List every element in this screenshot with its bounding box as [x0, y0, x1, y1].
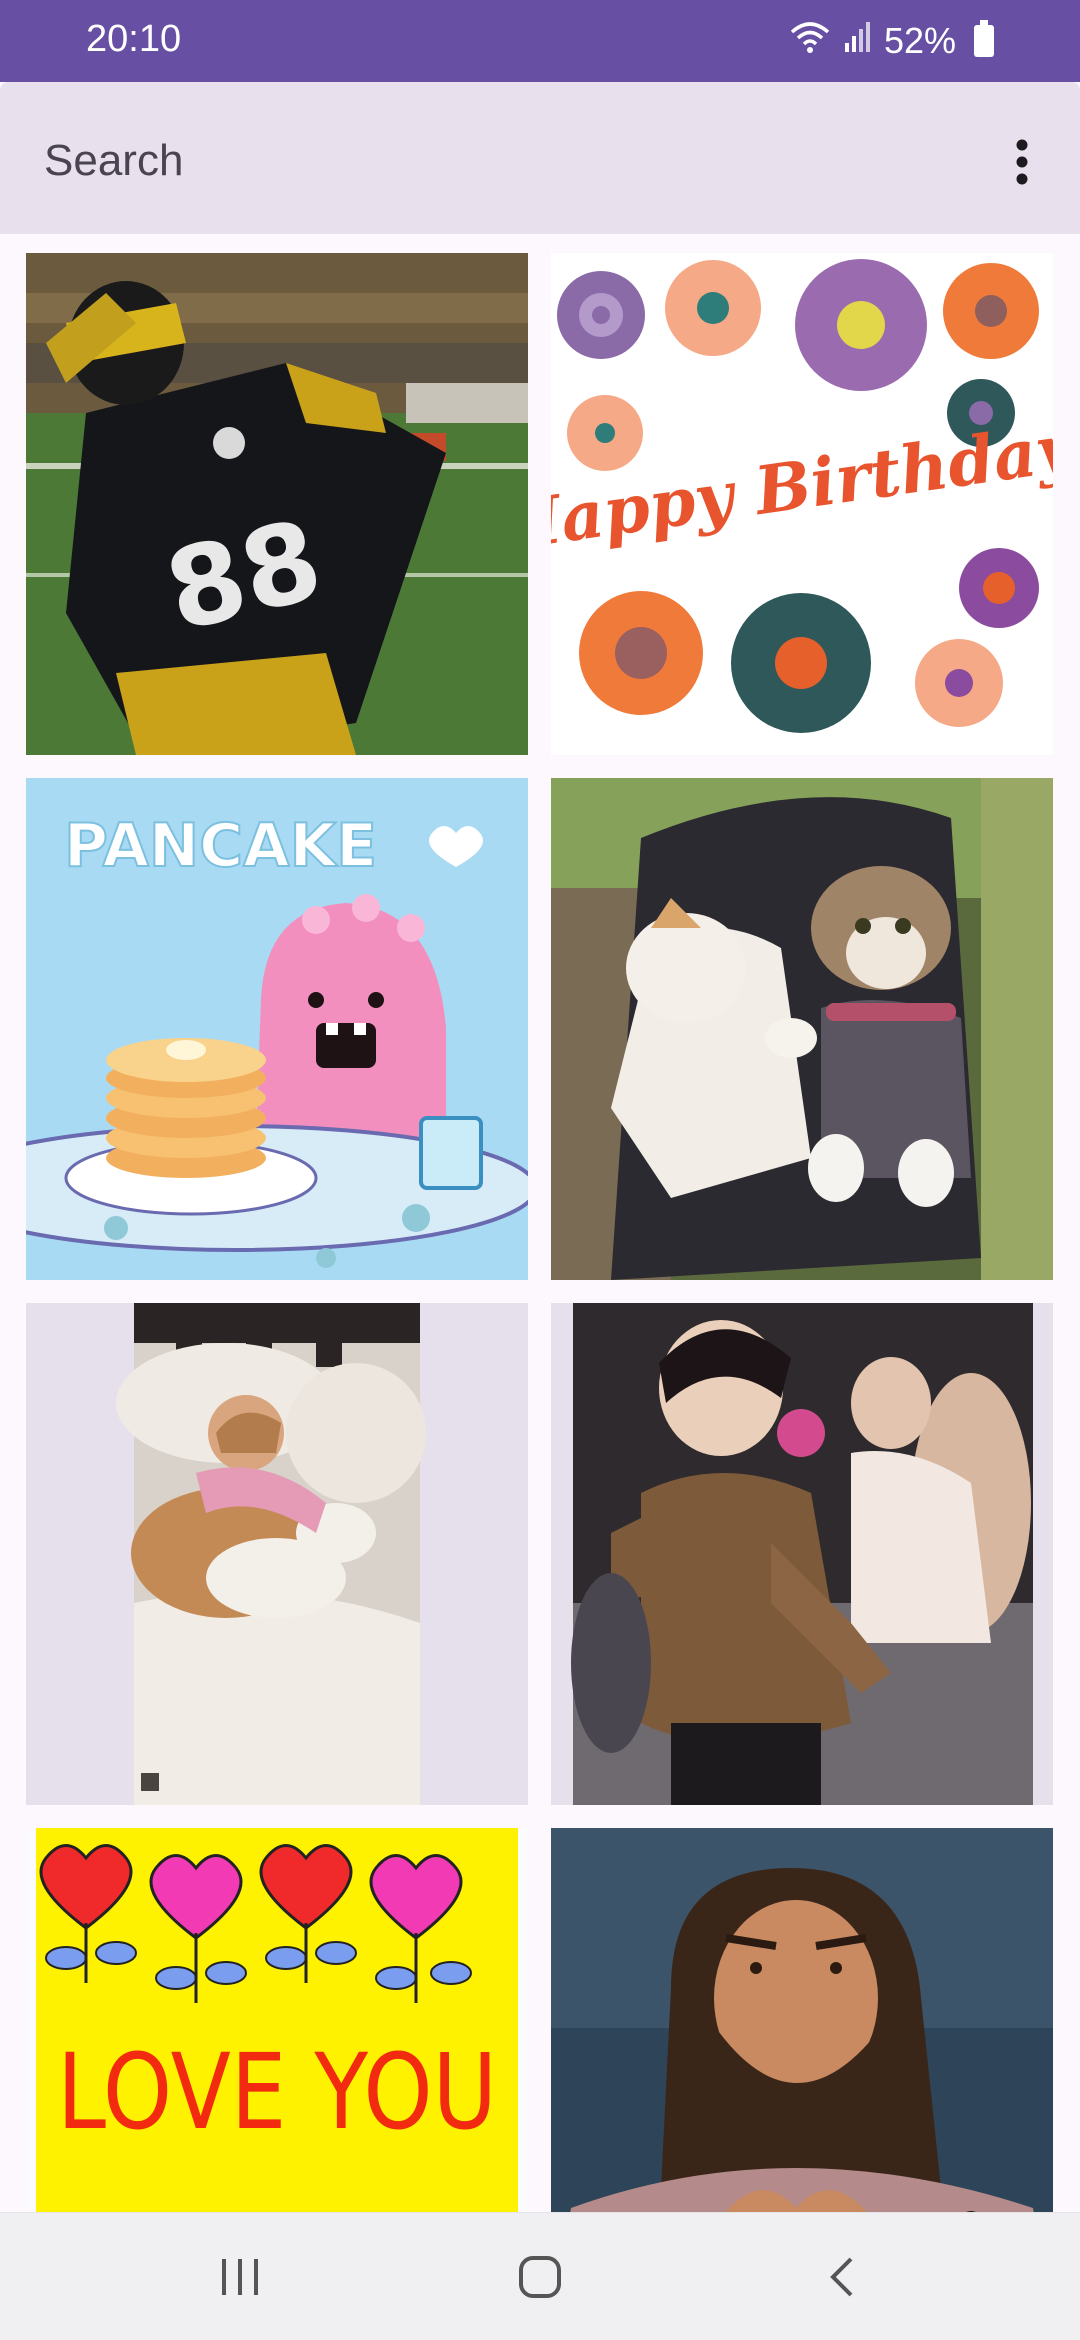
- status-bar: 20:10 52%: [0, 0, 1080, 82]
- dancing-image: [571, 1303, 1033, 1805]
- love-you-text: LOVE YOU: [57, 2031, 497, 2153]
- search-input[interactable]: Search: [44, 136, 183, 186]
- gif-football-dab[interactable]: 88: [26, 253, 528, 755]
- gif-grid: 88 Happy Birthday! PANCAKE LOVE YOU: [0, 234, 1080, 2212]
- battery-percent: 52%: [883, 20, 956, 61]
- gif-baby-puppy[interactable]: [26, 1303, 528, 1805]
- search-bar[interactable]: Search: [0, 82, 1080, 234]
- gif-pancake[interactable]: PANCAKE: [26, 778, 528, 1280]
- gif-happy-birthday[interactable]: Happy Birthday!: [551, 253, 1053, 755]
- pancake-title: PANCAKE: [64, 811, 377, 881]
- back-icon[interactable]: [782, 2237, 902, 2317]
- gif-dancing[interactable]: [551, 1303, 1053, 1805]
- status-icons: 52%: [790, 18, 994, 64]
- home-icon[interactable]: [480, 2237, 600, 2317]
- signal-icon: [844, 20, 870, 62]
- gif-cats-stroller[interactable]: [551, 778, 1053, 1280]
- baby-puppy-image: [116, 1303, 426, 1805]
- gif-heart-hands[interactable]: [551, 1828, 1053, 2212]
- battery-icon: [974, 20, 994, 57]
- navigation-bar: [0, 2212, 1080, 2340]
- recents-icon[interactable]: [180, 2237, 300, 2317]
- status-time: 20:10: [86, 18, 182, 60]
- wifi-icon: [790, 20, 830, 63]
- love-you-image: LOVE YOU: [36, 1828, 518, 2212]
- more-vert-icon[interactable]: [976, 116, 1068, 208]
- gif-love-you[interactable]: LOVE YOU: [26, 1828, 528, 2212]
